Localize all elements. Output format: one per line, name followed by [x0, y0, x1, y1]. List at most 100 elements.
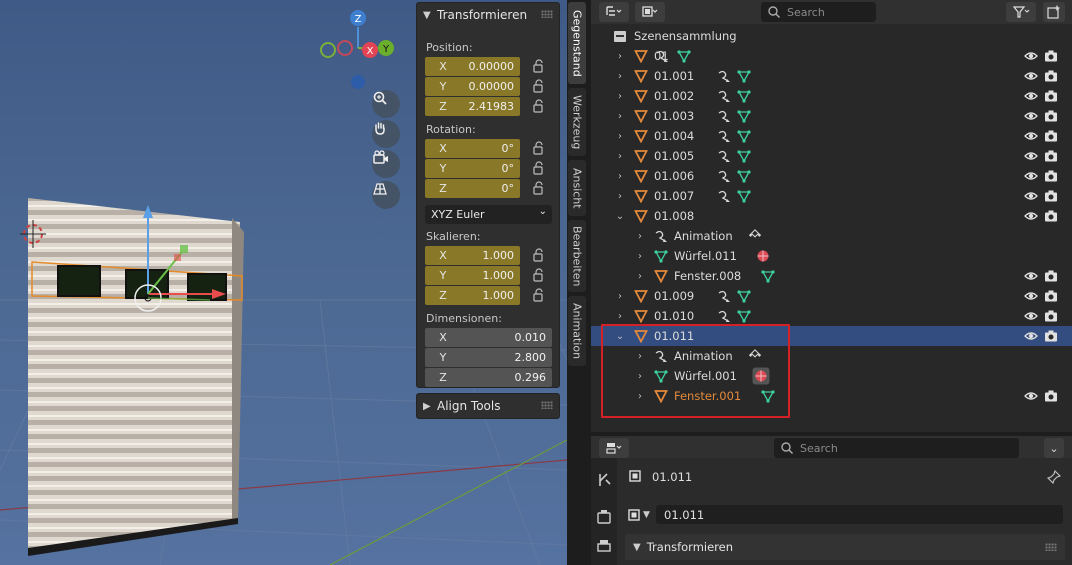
- output-icon[interactable]: [596, 538, 612, 554]
- outliner-row[interactable]: ⌄ 01.008: [591, 206, 1072, 226]
- eye-icon[interactable]: [1024, 389, 1038, 403]
- new-collection-button[interactable]: [1043, 2, 1065, 22]
- lock-icon[interactable]: [532, 248, 546, 262]
- mesh-data-icon[interactable]: [737, 189, 751, 203]
- hand-pan-icon[interactable]: [372, 120, 400, 148]
- outliner-search-input[interactable]: Search: [761, 2, 876, 22]
- animation-icon[interactable]: [717, 309, 731, 323]
- eye-icon[interactable]: [1024, 329, 1038, 343]
- camera-icon[interactable]: [1044, 49, 1058, 63]
- rotation-y-field[interactable]: Y 0°: [425, 159, 520, 178]
- eye-icon[interactable]: [1024, 89, 1038, 103]
- position-x-field[interactable]: X 0.00000: [425, 57, 520, 76]
- transform-panel-header[interactable]: ▼ Transformieren: [417, 3, 559, 27]
- grid-ortho-icon[interactable]: [372, 181, 400, 209]
- filter-button[interactable]: [1006, 2, 1036, 22]
- animation-icon[interactable]: [717, 169, 731, 183]
- camera-icon[interactable]: [1044, 189, 1058, 203]
- scale-x-field[interactable]: X 1.000: [425, 246, 520, 265]
- outliner-row[interactable]: › 01.004: [591, 126, 1072, 146]
- animation-icon[interactable]: [717, 109, 731, 123]
- eye-icon[interactable]: [1024, 109, 1038, 123]
- 3d-viewport[interactable]: Z X Y ▼ Transformieren Position: X 0.0000…: [0, 0, 567, 565]
- eye-icon[interactable]: [1024, 49, 1038, 63]
- material-icon[interactable]: [756, 249, 770, 263]
- animation-icon[interactable]: [717, 289, 731, 303]
- camera-icon[interactable]: [1044, 269, 1058, 283]
- mesh-data-icon[interactable]: [737, 129, 751, 143]
- mesh-data-icon[interactable]: [737, 169, 751, 183]
- outliner-row[interactable]: › 01.001: [591, 66, 1072, 86]
- scale-z-field[interactable]: Z 1.000: [425, 286, 520, 305]
- chevron-right-icon[interactable]: ›: [615, 171, 625, 182]
- drag-grip-icon[interactable]: [541, 10, 553, 18]
- transform-properties-panel[interactable]: ▼ Transformieren: [625, 534, 1065, 560]
- chevron-right-icon[interactable]: ›: [615, 311, 625, 322]
- eye-icon[interactable]: [1024, 309, 1038, 323]
- render-icon[interactable]: [596, 509, 612, 525]
- chevron-right-icon[interactable]: ›: [635, 231, 645, 242]
- outliner-row[interactable]: › 01: [591, 46, 1072, 66]
- chevron-right-icon[interactable]: ›: [635, 251, 645, 262]
- lock-icon[interactable]: [532, 288, 546, 302]
- lock-icon[interactable]: [532, 268, 546, 282]
- lock-icon[interactable]: [532, 141, 546, 155]
- action-icon[interactable]: [748, 229, 762, 243]
- object-name-field[interactable]: 01.011: [656, 505, 1063, 524]
- drag-grip-icon[interactable]: [541, 401, 553, 409]
- outliner-row[interactable]: › 01.006: [591, 166, 1072, 186]
- animation-icon[interactable]: [717, 189, 731, 203]
- chevron-right-icon[interactable]: ›: [615, 191, 625, 202]
- eye-icon[interactable]: [1024, 289, 1038, 303]
- mesh-data-icon[interactable]: [737, 289, 751, 303]
- chevron-right-icon[interactable]: ›: [615, 91, 625, 102]
- eye-icon[interactable]: [1024, 149, 1038, 163]
- scale-y-field[interactable]: Y 1.000: [425, 266, 520, 285]
- camera-icon[interactable]: [1044, 289, 1058, 303]
- camera-icon[interactable]: [1044, 309, 1058, 323]
- camera-icon[interactable]: [1044, 389, 1058, 403]
- tab-animation[interactable]: Animation: [568, 296, 586, 366]
- object-type-dropdown[interactable]: ▼: [627, 505, 657, 524]
- tool-settings-icon[interactable]: [596, 472, 612, 488]
- mesh-data-icon[interactable]: [677, 49, 691, 63]
- mesh-data-icon[interactable]: [737, 69, 751, 83]
- camera-icon[interactable]: [1044, 109, 1058, 123]
- chevron-right-icon[interactable]: ›: [615, 111, 625, 122]
- outliner-row[interactable]: › Animation: [591, 226, 1072, 246]
- rotation-mode-select[interactable]: XYZ Euler ⌄: [425, 205, 552, 224]
- eye-icon[interactable]: [1024, 129, 1038, 143]
- eye-icon[interactable]: [1024, 189, 1038, 203]
- animation-icon[interactable]: [717, 129, 731, 143]
- outliner-row[interactable]: › 01.003: [591, 106, 1072, 126]
- outliner-row[interactable]: › 01.002: [591, 86, 1072, 106]
- tab-gegenstand[interactable]: Gegenstand: [568, 2, 586, 84]
- mesh-data-icon[interactable]: [761, 269, 775, 283]
- eye-icon[interactable]: [1024, 209, 1038, 223]
- camera-icon[interactable]: [1044, 149, 1058, 163]
- camera-icon[interactable]: [1044, 129, 1058, 143]
- chevron-right-icon[interactable]: ›: [635, 271, 645, 282]
- position-z-field[interactable]: Z 2.41983: [425, 97, 520, 116]
- chevron-right-icon[interactable]: ›: [615, 291, 625, 302]
- mesh-data-icon[interactable]: [737, 309, 751, 323]
- camera-icon[interactable]: [1044, 69, 1058, 83]
- lock-icon[interactable]: [532, 181, 546, 195]
- outliner-row[interactable]: › 01.005: [591, 146, 1072, 166]
- tab-bearbeiten[interactable]: Bearbeiten: [568, 220, 586, 292]
- animation-icon[interactable]: [717, 149, 731, 163]
- chevron-right-icon[interactable]: ›: [615, 151, 625, 162]
- properties-search-input[interactable]: Search: [774, 438, 1019, 458]
- camera-icon[interactable]: [1044, 209, 1058, 223]
- display-mode-button[interactable]: [635, 2, 665, 22]
- editor-type-button[interactable]: [599, 2, 629, 22]
- collection-row[interactable]: Szenensammlung: [591, 26, 1072, 46]
- animation-icon[interactable]: [717, 69, 731, 83]
- tab-ansicht[interactable]: Ansicht: [568, 160, 586, 216]
- options-dropdown-button[interactable]: ⌄: [1044, 438, 1064, 458]
- eye-icon[interactable]: [1024, 269, 1038, 283]
- mesh-data-icon[interactable]: [737, 89, 751, 103]
- drag-grip-icon[interactable]: [1045, 543, 1057, 551]
- lock-icon[interactable]: [532, 79, 546, 93]
- align-tools-header[interactable]: ▶ Align Tools: [417, 394, 559, 418]
